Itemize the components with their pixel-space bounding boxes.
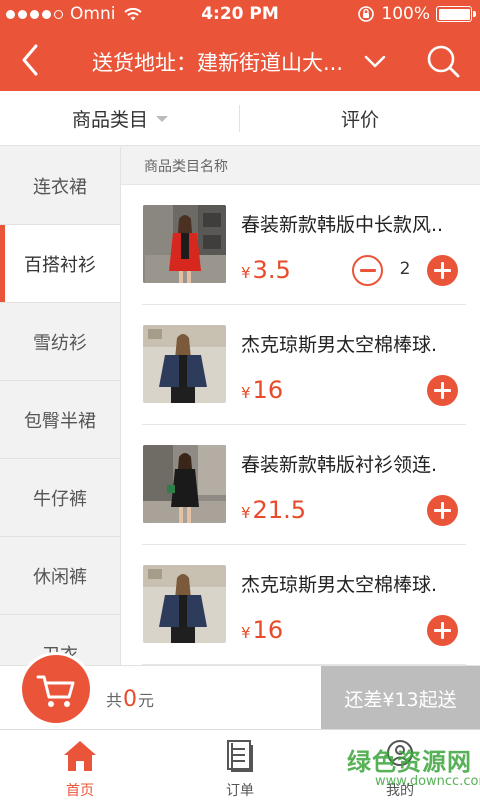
category-sidebar: 连衣裙 百搭衬衫 雪纺衫 包臀半裙 牛仔裤 休闲裤 卫衣 <box>0 147 121 665</box>
price-value: 16 <box>252 376 284 404</box>
orientation-lock-icon <box>358 6 375 22</box>
tab-orders[interactable]: 订单 <box>160 730 320 800</box>
tab-label: 商品类目 <box>71 108 148 131</box>
bottom-tab-bar: 首页 订单 我的 <box>0 729 480 800</box>
product-image[interactable] <box>143 205 226 283</box>
order-list-icon <box>227 740 253 772</box>
battery-icon <box>436 6 476 22</box>
total-suffix: 元 <box>138 691 155 710</box>
app-screen: Omni 4:20 PM 100% 送货地址：建新街道山大... 商品类目 评价… <box>0 0 480 800</box>
currency-symbol: ¥ <box>241 624 251 642</box>
top-bar: Omni 4:20 PM 100% 送货地址：建新街道山大... <box>0 0 480 91</box>
cart-button[interactable] <box>22 655 90 723</box>
product-name: 杰克琼斯男太空棉棒球. <box>241 334 438 356</box>
tab-label: 评价 <box>340 108 379 131</box>
product-price: ¥ 3.5 <box>241 256 291 284</box>
tab-label: 首页 <box>66 783 94 799</box>
category-label: 连衣裙 <box>33 176 87 198</box>
currency-symbol: ¥ <box>241 264 251 282</box>
sidebar-item-pencil-skirt[interactable]: 包臀半裙 <box>0 381 120 459</box>
product-price: ¥ 16 <box>241 616 283 644</box>
category-label: 百搭衬衫 <box>24 254 96 276</box>
category-label: 休闲裤 <box>33 566 87 588</box>
product-item[interactable]: 杰克琼斯男太空棉棒球. ¥ 16 <box>142 305 466 425</box>
category-label: 包臀半裙 <box>24 410 96 432</box>
sidebar-item-dress[interactable]: 连衣裙 <box>0 147 120 225</box>
cart-total: 共 0 元 <box>106 687 154 712</box>
product-item[interactable]: 杰克琼斯男太空棉棒球. ¥ 16 <box>142 545 466 665</box>
checkout-button[interactable]: 还差¥13起送 <box>321 666 480 730</box>
status-right: 100% <box>357 4 476 24</box>
tab-profile[interactable]: 我的 <box>320 730 480 800</box>
navigation-bar: 送货地址：建新街道山大... <box>0 30 480 91</box>
quantity-value: 2 <box>399 259 411 279</box>
sidebar-item-jeans[interactable]: 牛仔裤 <box>0 459 120 537</box>
sidebar-item-chiffon[interactable]: 雪纺衫 <box>0 303 120 381</box>
currency-symbol: ¥ <box>241 504 251 522</box>
search-icon[interactable] <box>424 42 462 80</box>
tab-label: 订单 <box>226 783 254 799</box>
user-icon <box>387 740 413 766</box>
tab-bar: 商品类目 评价 <box>0 91 480 146</box>
product-name: 杰克琼斯男太空棉棒球. <box>241 574 438 596</box>
product-price: ¥ 16 <box>241 376 283 404</box>
product-name: 春装新款韩版衬衫领连. <box>241 454 438 476</box>
product-item[interactable]: 春装新款韩版衬衫领连. ¥ 21.5 <box>142 425 466 545</box>
total-prefix: 共 <box>106 691 123 710</box>
section-header: 商品类目名称 <box>121 147 480 185</box>
chevron-down-icon[interactable] <box>364 50 386 72</box>
product-list: 商品类目名称 春装新款韩版中长款风.. ¥ 3.5 2 杰克琼斯男太空棉棒球. … <box>121 147 480 665</box>
cart-bar: 共 0 元 还差¥13起送 <box>0 655 480 730</box>
product-item[interactable]: 春装新款韩版中长款风.. ¥ 3.5 2 <box>142 185 466 305</box>
price-value: 21.5 <box>252 496 306 524</box>
battery-percent: 100% <box>381 4 430 24</box>
cart-icon <box>36 675 75 707</box>
price-value: 3.5 <box>252 256 291 284</box>
total-value: 0 <box>123 687 138 712</box>
sidebar-item-casual-pants[interactable]: 休闲裤 <box>0 537 120 615</box>
product-image[interactable] <box>143 325 226 403</box>
caret-down-icon <box>156 116 168 122</box>
add-to-cart-button[interactable] <box>427 615 458 646</box>
product-image[interactable] <box>143 565 226 643</box>
tab-reviews[interactable]: 评价 <box>240 91 480 145</box>
add-to-cart-button[interactable] <box>427 255 458 286</box>
tab-label: 我的 <box>386 783 414 799</box>
tab-home[interactable]: 首页 <box>0 730 160 800</box>
home-icon <box>64 741 96 771</box>
delivery-address-title[interactable]: 送货地址：建新街道山大... <box>92 47 343 77</box>
status-bar: Omni 4:20 PM 100% <box>0 0 480 30</box>
product-price: ¥ 21.5 <box>241 496 306 524</box>
product-name: 春装新款韩版中长款风.. <box>241 214 444 236</box>
add-to-cart-button[interactable] <box>427 495 458 526</box>
add-to-cart-button[interactable] <box>427 375 458 406</box>
product-image[interactable] <box>143 445 226 523</box>
decrease-quantity-button[interactable] <box>352 255 383 286</box>
category-label: 雪纺衫 <box>33 332 87 354</box>
tab-categories[interactable]: 商品类目 <box>0 91 240 145</box>
currency-symbol: ¥ <box>241 384 251 402</box>
price-value: 16 <box>252 616 284 644</box>
category-label: 牛仔裤 <box>33 488 87 510</box>
sidebar-item-shirt[interactable]: 百搭衬衫 <box>0 225 120 303</box>
back-button[interactable] <box>14 40 50 80</box>
